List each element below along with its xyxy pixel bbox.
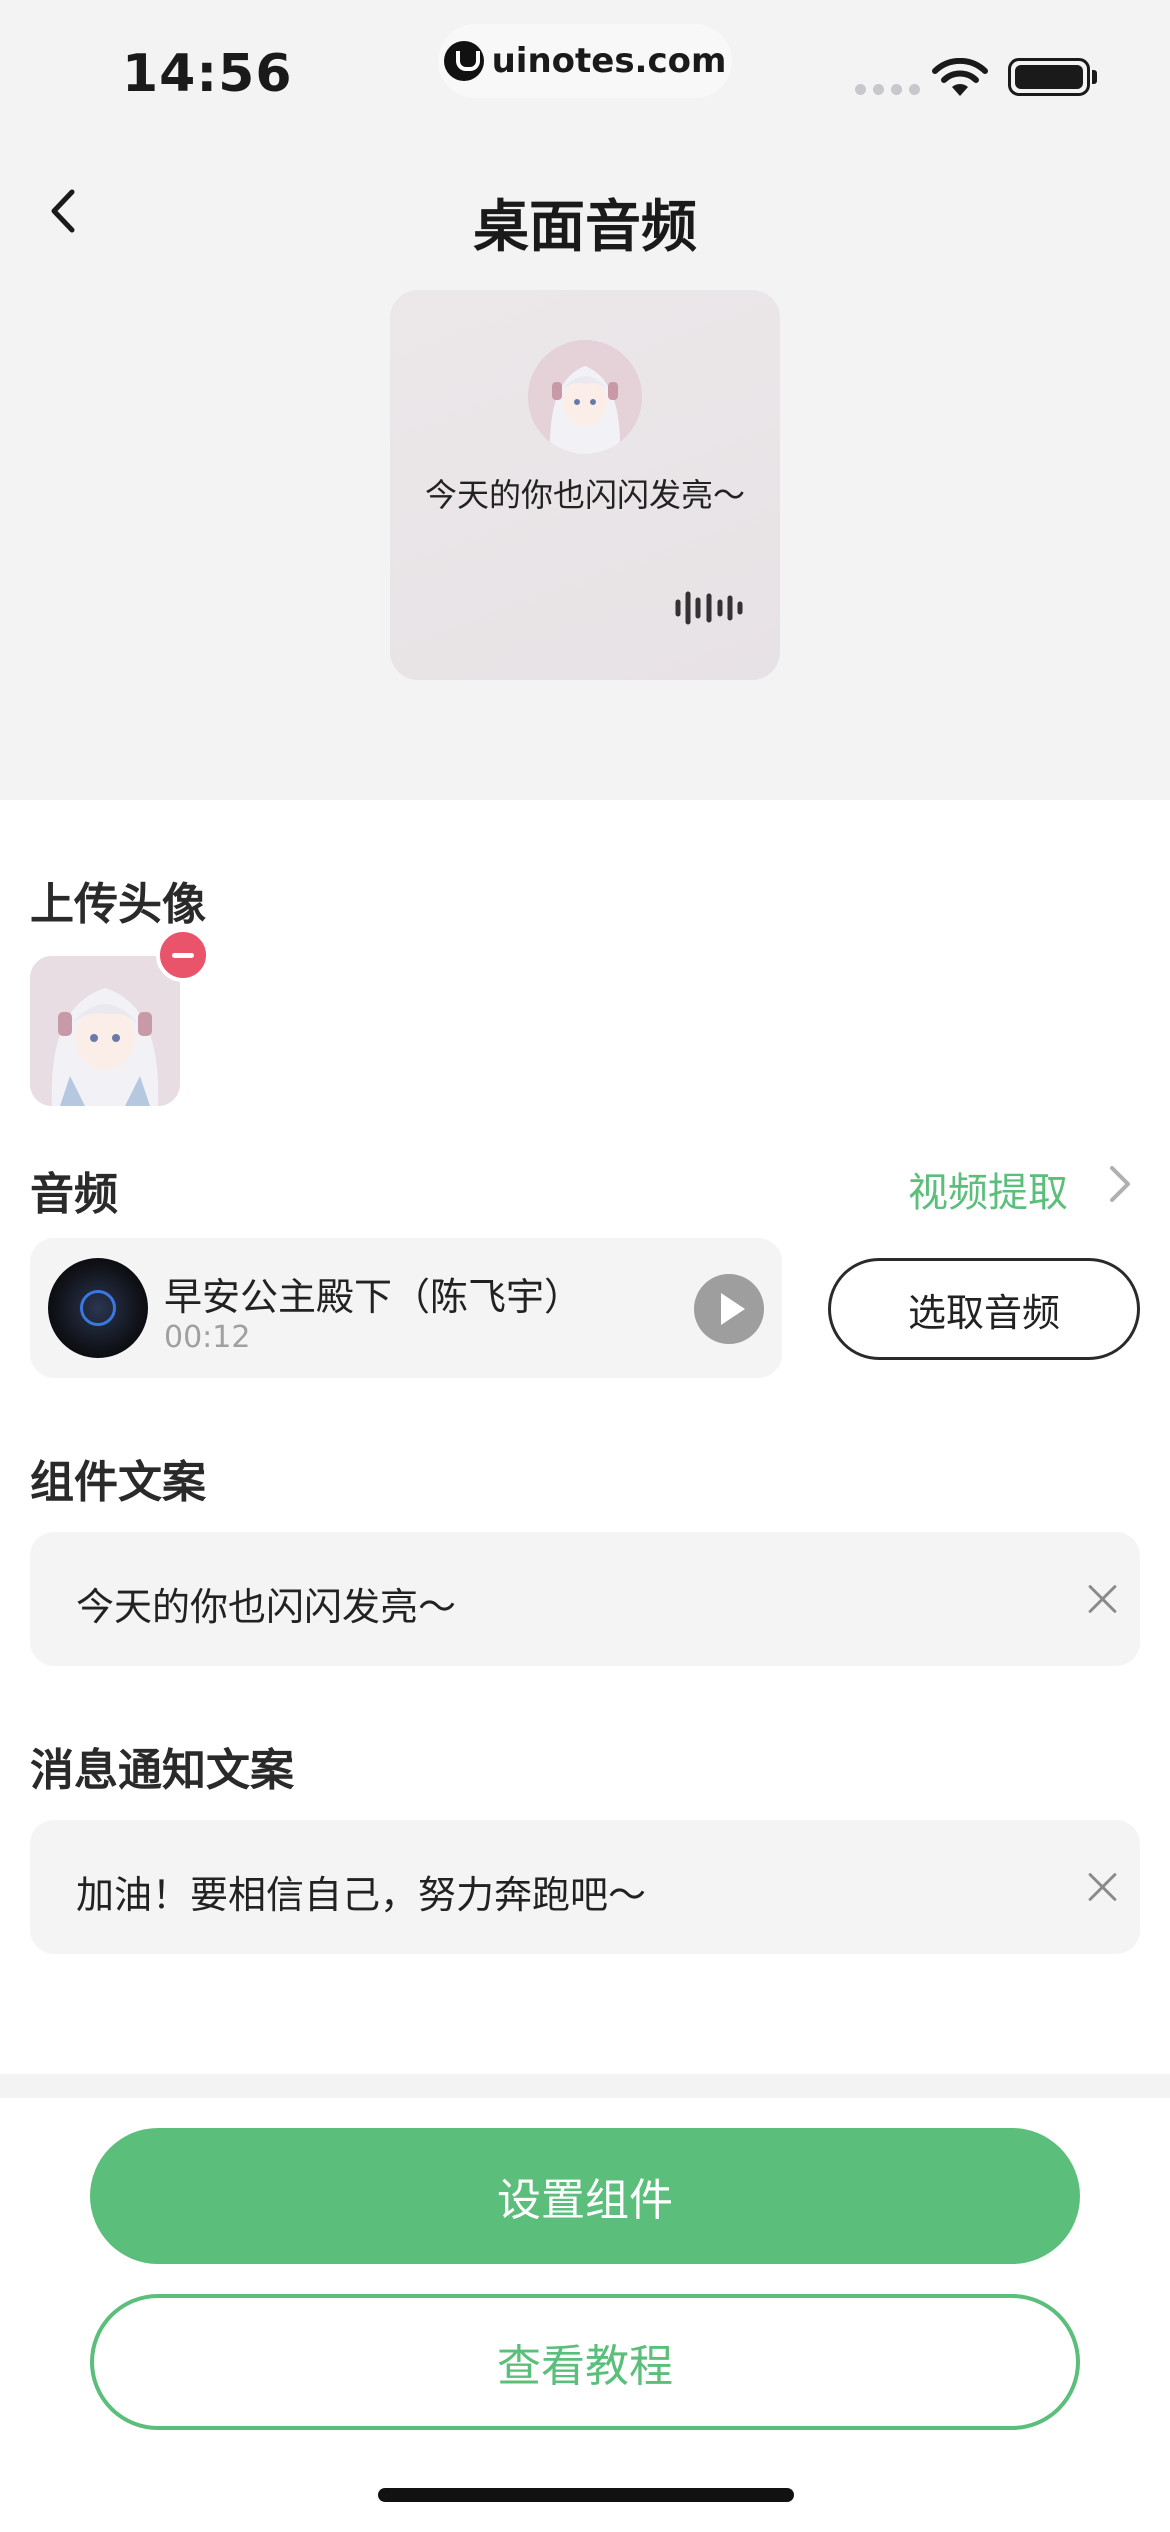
widget-text-input[interactable]: 今天的你也闪闪发亮～ <box>30 1532 1140 1666</box>
view-tutorial-button[interactable]: 查看教程 <box>90 2294 1080 2430</box>
set-widget-button[interactable]: 设置组件 <box>90 2128 1080 2264</box>
video-extract-link[interactable]: 视频提取 <box>908 1160 1068 1218</box>
pick-audio-button[interactable]: 选取音频 <box>828 1258 1140 1360</box>
url-pill[interactable]: uinotes.com <box>438 24 732 98</box>
anime-avatar-image <box>30 956 180 1106</box>
audio-wave-icon <box>675 591 743 625</box>
upload-avatar-label: 上传头像 <box>30 879 206 930</box>
notify-text-label: 消息通知文案 <box>30 1745 294 1796</box>
track-duration: 00:12 <box>164 1320 251 1355</box>
track-title: 早安公主殿下（陈飞宇） <box>164 1275 583 1319</box>
anime-avatar-image <box>528 340 642 454</box>
cellular-signal-icon <box>855 84 920 95</box>
remove-avatar-icon[interactable] <box>156 928 210 982</box>
widget-preview-card: 今天的你也闪闪发亮～ <box>390 290 780 680</box>
vinyl-disc-icon <box>48 1258 148 1358</box>
clear-icon[interactable] <box>1086 1870 1120 1904</box>
battery-cap <box>1092 70 1097 84</box>
widget-text-label: 组件文案 <box>30 1457 206 1508</box>
uploaded-avatar-thumbnail[interactable] <box>30 956 180 1106</box>
section-divider <box>0 2074 1170 2098</box>
battery-icon <box>1008 58 1090 96</box>
home-indicator <box>378 2488 794 2502</box>
notify-text-value: 加油！要相信自己，努力奔跑吧～ <box>76 1873 647 1917</box>
clear-icon[interactable] <box>1086 1582 1120 1616</box>
audio-track-card[interactable]: 早安公主殿下（陈飞宇） 00:12 <box>30 1238 782 1378</box>
widget-text-value: 今天的你也闪闪发亮～ <box>76 1585 457 1629</box>
page-title: 桌面音频 <box>473 195 697 260</box>
widget-avatar <box>528 340 642 454</box>
audio-label: 音频 <box>30 1169 118 1220</box>
site-logo-icon <box>443 41 484 81</box>
play-icon[interactable] <box>694 1274 764 1344</box>
chevron-right-icon[interactable] <box>1104 1162 1134 1206</box>
url-text: uinotes.com <box>491 41 727 81</box>
wifi-icon <box>932 58 988 96</box>
status-time: 14:56 <box>122 44 293 104</box>
widget-preview-text: 今天的你也闪闪发亮～ <box>424 476 745 514</box>
notify-text-input[interactable]: 加油！要相信自己，努力奔跑吧～ <box>30 1820 1140 1954</box>
